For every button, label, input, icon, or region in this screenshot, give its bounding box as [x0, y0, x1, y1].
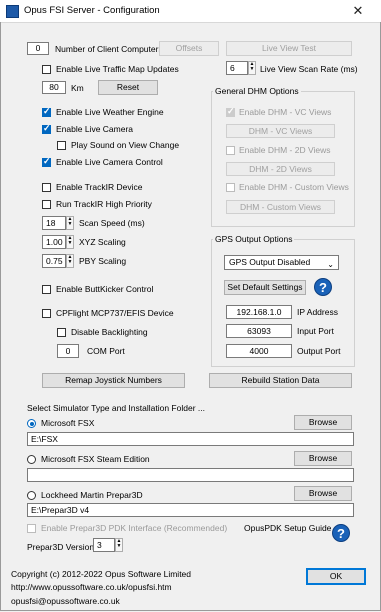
p3d-version-label: Prepar3D Version	[27, 542, 95, 552]
reset-button[interactable]: Reset	[98, 80, 158, 95]
pdk-checkbox[interactable]	[27, 524, 36, 533]
p3d-version-spinner[interactable]: ▲ ▼	[115, 538, 123, 552]
offsets-button[interactable]: Offsets	[159, 41, 219, 56]
p3d-version-field[interactable]: 3	[93, 538, 115, 552]
play-sound-label: Play Sound on View Change	[71, 140, 180, 150]
live-camera-checkbox[interactable]	[42, 123, 51, 134]
camera-control-checkbox[interactable]	[42, 156, 51, 167]
fsx-steam-path-field[interactable]	[27, 468, 354, 482]
trackir-checkbox[interactable]	[42, 183, 51, 192]
dhm-options-title: General DHM Options	[213, 86, 301, 96]
pdk-label: Enable Prepar3D PDK Interface (Recommend…	[41, 523, 228, 533]
dhm-vc-checkbox[interactable]	[226, 106, 235, 117]
dhm-vc-label: Enable DHM - VC Views	[239, 107, 332, 117]
support-email[interactable]: opusfsi@opussoftware.co.uk	[11, 596, 120, 606]
scan-speed-spinner[interactable]: ▲ ▼	[66, 216, 74, 230]
fsx-steam-browse-button[interactable]: Browse	[294, 451, 352, 466]
live-weather-checkbox[interactable]	[42, 106, 51, 117]
fsx-steam-label: Microsoft FSX Steam Edition	[41, 454, 150, 464]
km-label: Km	[71, 83, 84, 93]
fsx-path-field[interactable]: E:\FSX	[27, 432, 354, 446]
dhm-vc-button[interactable]: DHM - VC Views	[226, 124, 335, 138]
output-port-field[interactable]: 4000	[226, 344, 292, 358]
fsx-label: Microsoft FSX	[41, 418, 95, 428]
scan-rate-field[interactable]: 6	[226, 61, 248, 75]
app-icon	[6, 5, 19, 18]
scan-speed-field[interactable]: 18	[42, 216, 66, 230]
ip-address-field[interactable]: 192.168.1.0	[226, 305, 292, 319]
buttkicker-label: Enable ButtKicker Control	[56, 284, 154, 294]
live-traffic-checkbox[interactable]	[42, 65, 51, 74]
pby-label: PBY Scaling	[79, 256, 127, 266]
trackir-priority-label: Run TrackIR High Priority	[56, 199, 152, 209]
window-title: Opus FSI Server - Configuration	[24, 5, 160, 16]
pdk-help-icon[interactable]: ?	[332, 524, 350, 542]
live-weather-label: Enable Live Weather Engine	[56, 107, 164, 117]
chevron-down-icon: ⌄	[327, 260, 334, 269]
scan-speed-label: Scan Speed (ms)	[79, 218, 145, 228]
cpflight-label: CPFlight MCP737/EFIS Device	[56, 308, 174, 318]
trackir-priority-checkbox[interactable]	[42, 200, 51, 209]
pby-field[interactable]: 0.75	[42, 254, 66, 268]
gps-options-title: GPS Output Options	[213, 234, 295, 244]
buttkicker-checkbox[interactable]	[42, 285, 51, 294]
output-port-label: Output Port	[297, 346, 341, 356]
p3d-radio[interactable]	[27, 491, 36, 500]
dhm-2d-checkbox[interactable]	[226, 146, 235, 155]
rebuild-station-button[interactable]: Rebuild Station Data	[209, 373, 352, 388]
client-count-label: Number of Client Computers	[55, 44, 163, 54]
pby-spinner[interactable]: ▲ ▼	[66, 254, 74, 268]
ok-button[interactable]: OK	[306, 568, 366, 585]
dhm-custom-checkbox[interactable]	[226, 183, 235, 192]
fsx-steam-radio[interactable]	[27, 455, 36, 464]
client-count-field[interactable]: 0	[27, 42, 49, 55]
dhm-custom-button[interactable]: DHM - Custom Views	[226, 200, 335, 214]
p3d-label: Lockheed Martin Prepar3D	[41, 490, 143, 500]
simulator-heading: Select Simulator Type and Installation F…	[27, 403, 205, 413]
cpflight-checkbox[interactable]	[42, 309, 51, 318]
dhm-custom-label: Enable DHM - Custom Views	[239, 182, 349, 192]
live-traffic-label: Enable Live Traffic Map Updates	[56, 64, 179, 74]
trackir-label: Enable TrackIR Device	[56, 182, 143, 192]
gps-output-value: GPS Output Disabled	[229, 257, 311, 267]
fsx-browse-button[interactable]: Browse	[294, 415, 352, 430]
km-field[interactable]: 80	[42, 81, 66, 94]
backlighting-checkbox[interactable]	[57, 328, 66, 337]
scan-rate-spinner[interactable]: ▲ ▼	[248, 61, 256, 75]
gps-help-icon[interactable]: ?	[314, 278, 332, 296]
remap-joystick-button[interactable]: Remap Joystick Numbers	[42, 373, 185, 388]
input-port-label: Input Port	[297, 326, 334, 336]
gps-output-select[interactable]: GPS Output Disabled ⌄	[224, 255, 339, 270]
xyz-label: XYZ Scaling	[79, 237, 126, 247]
play-sound-checkbox[interactable]	[57, 141, 66, 150]
xyz-spinner[interactable]: ▲ ▼	[66, 235, 74, 249]
pdk-guide-label: OpusPDK Setup Guide	[244, 523, 332, 533]
p3d-path-field[interactable]: E:\Prepar3D v4	[27, 503, 354, 517]
com-port-label: COM Port	[87, 346, 125, 356]
default-settings-button[interactable]: Set Default Settings	[224, 280, 306, 295]
ip-address-label: IP Address	[297, 307, 338, 317]
com-port-field[interactable]: 0	[57, 344, 79, 358]
dhm-2d-button[interactable]: DHM - 2D Views	[226, 162, 335, 176]
website-url[interactable]: http://www.opussoftware.co.uk/opusfsi.ht…	[11, 582, 172, 592]
backlighting-label: Disable Backlighting	[71, 327, 148, 337]
scan-rate-label: Live View Scan Rate (ms)	[260, 64, 358, 74]
p3d-browse-button[interactable]: Browse	[294, 486, 352, 501]
live-view-test-button[interactable]: Live View Test	[226, 41, 352, 56]
close-icon[interactable]: ✕	[343, 2, 373, 20]
live-camera-label: Enable Live Camera	[56, 124, 134, 134]
xyz-field[interactable]: 1.00	[42, 235, 66, 249]
dhm-2d-label: Enable DHM - 2D Views	[239, 145, 331, 155]
input-port-field[interactable]: 63093	[226, 324, 292, 338]
copyright-text: Copyright (c) 2012-2022 Opus Software Li…	[11, 569, 192, 579]
camera-control-label: Enable Live Camera Control	[56, 157, 163, 167]
fsx-radio[interactable]	[27, 419, 36, 428]
title-bar: Opus FSI Server - Configuration ✕	[0, 0, 381, 23]
